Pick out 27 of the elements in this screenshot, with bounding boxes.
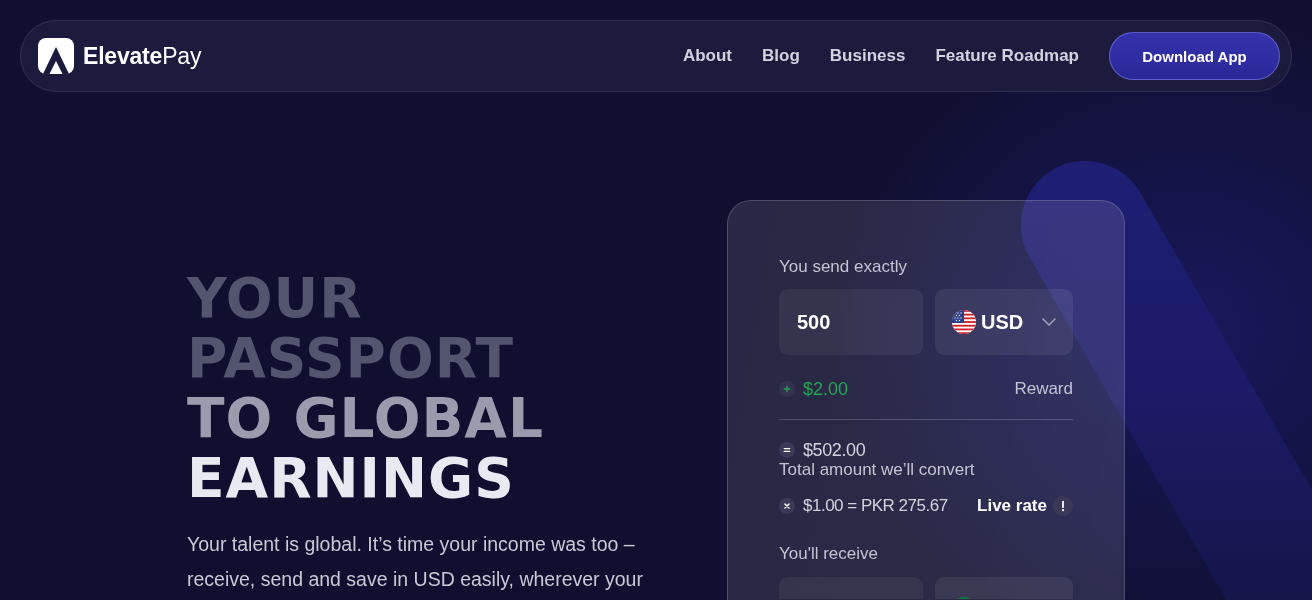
info-icon[interactable] [1053,496,1073,516]
total-label: Total amount we’ll convert [779,460,976,480]
nav-link[interactable]: About [682,46,733,66]
heading-line: EARNINGS [187,448,515,508]
heading-line: TO GLOBAL [187,388,544,448]
us-flag-icon [952,310,976,334]
chevron-down-icon [1042,318,1056,326]
download-app-button[interactable]: Download App [1109,32,1280,80]
fee-amount: $2.00 [803,378,849,400]
live-rate-label: Live rate [977,496,1047,516]
plus-icon [779,381,795,397]
fee-label: Reward [1014,379,1073,399]
brand-name[interactable]: ElevatePay [83,42,202,70]
nav-link[interactable]: Business [829,46,906,66]
receive-label: You'll receive [779,544,879,564]
exchange-rate: $1.00 = PKR 275.67 [803,496,948,516]
logo-icon[interactable] [38,38,74,74]
multiply-icon [779,498,795,514]
nav-link[interactable]: Blog [762,46,800,66]
send-label: You send exactly [779,257,908,277]
equals-icon [779,442,795,458]
currency-select[interactable]: USD [935,289,1073,355]
heading-line: YOUR [187,268,363,328]
total-amount: $502.00 [803,439,866,461]
heading-line: PASSPORT [187,328,515,388]
nav-link[interactable]: Feature Roadmap [935,46,1079,66]
hero-description: Your talent is global. It’s time your income was too – receive, send and save in USD easily, wherever your [187,532,644,592]
